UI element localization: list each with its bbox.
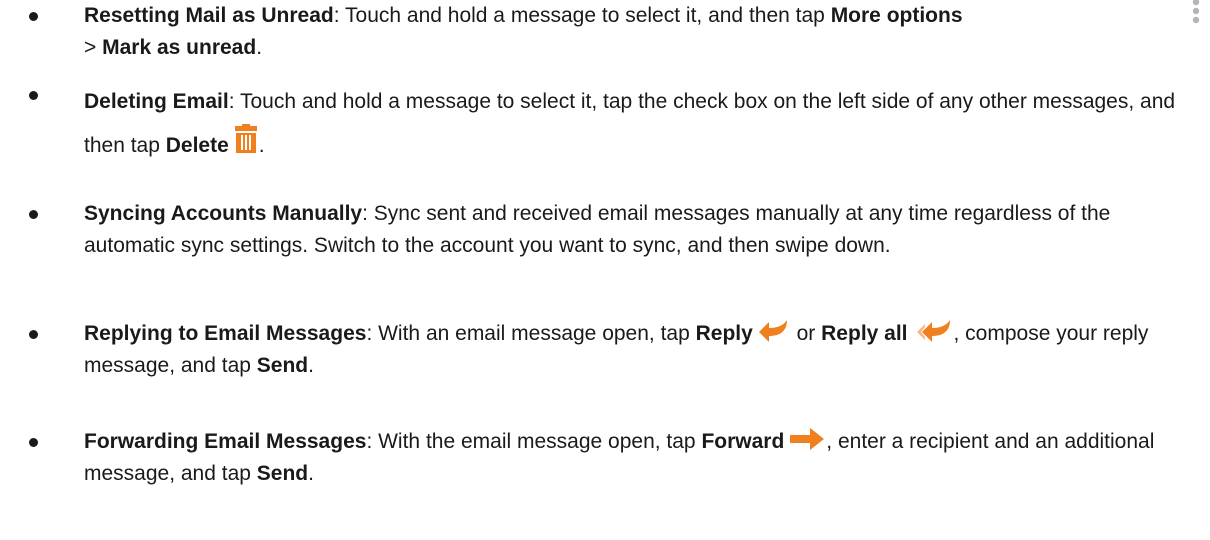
item-title: Resetting Mail as Unread — [84, 4, 334, 27]
item-title: Deleting Email — [84, 90, 229, 113]
bullet-dot — [29, 12, 38, 21]
bullet-dot — [29, 210, 38, 219]
item-title: Replying to Email Messages — [84, 322, 367, 345]
forward-icon — [790, 428, 825, 450]
bullet-dot — [29, 438, 38, 447]
bullet-dot — [29, 91, 38, 100]
list-item-text: Replying to Email Messages: With an emai… — [84, 318, 1199, 382]
trash-icon — [234, 124, 257, 153]
list-item-text: Resetting Mail as Unread: Touch and hold… — [84, 4, 963, 59]
item-title: Forwarding Email Messages — [84, 430, 367, 453]
bullet-dot — [29, 330, 38, 339]
item-title: Syncing Accounts Manually — [84, 202, 363, 225]
list-item-text: Forwarding Email Messages: With the emai… — [84, 426, 1199, 490]
list-item-text: Syncing Accounts Manually: Sync sent and… — [84, 202, 1111, 257]
list-item-text: Deleting Email: Touch and hold a message… — [84, 90, 1176, 157]
reply-icon — [758, 320, 787, 342]
reply-all-icon — [916, 320, 950, 342]
